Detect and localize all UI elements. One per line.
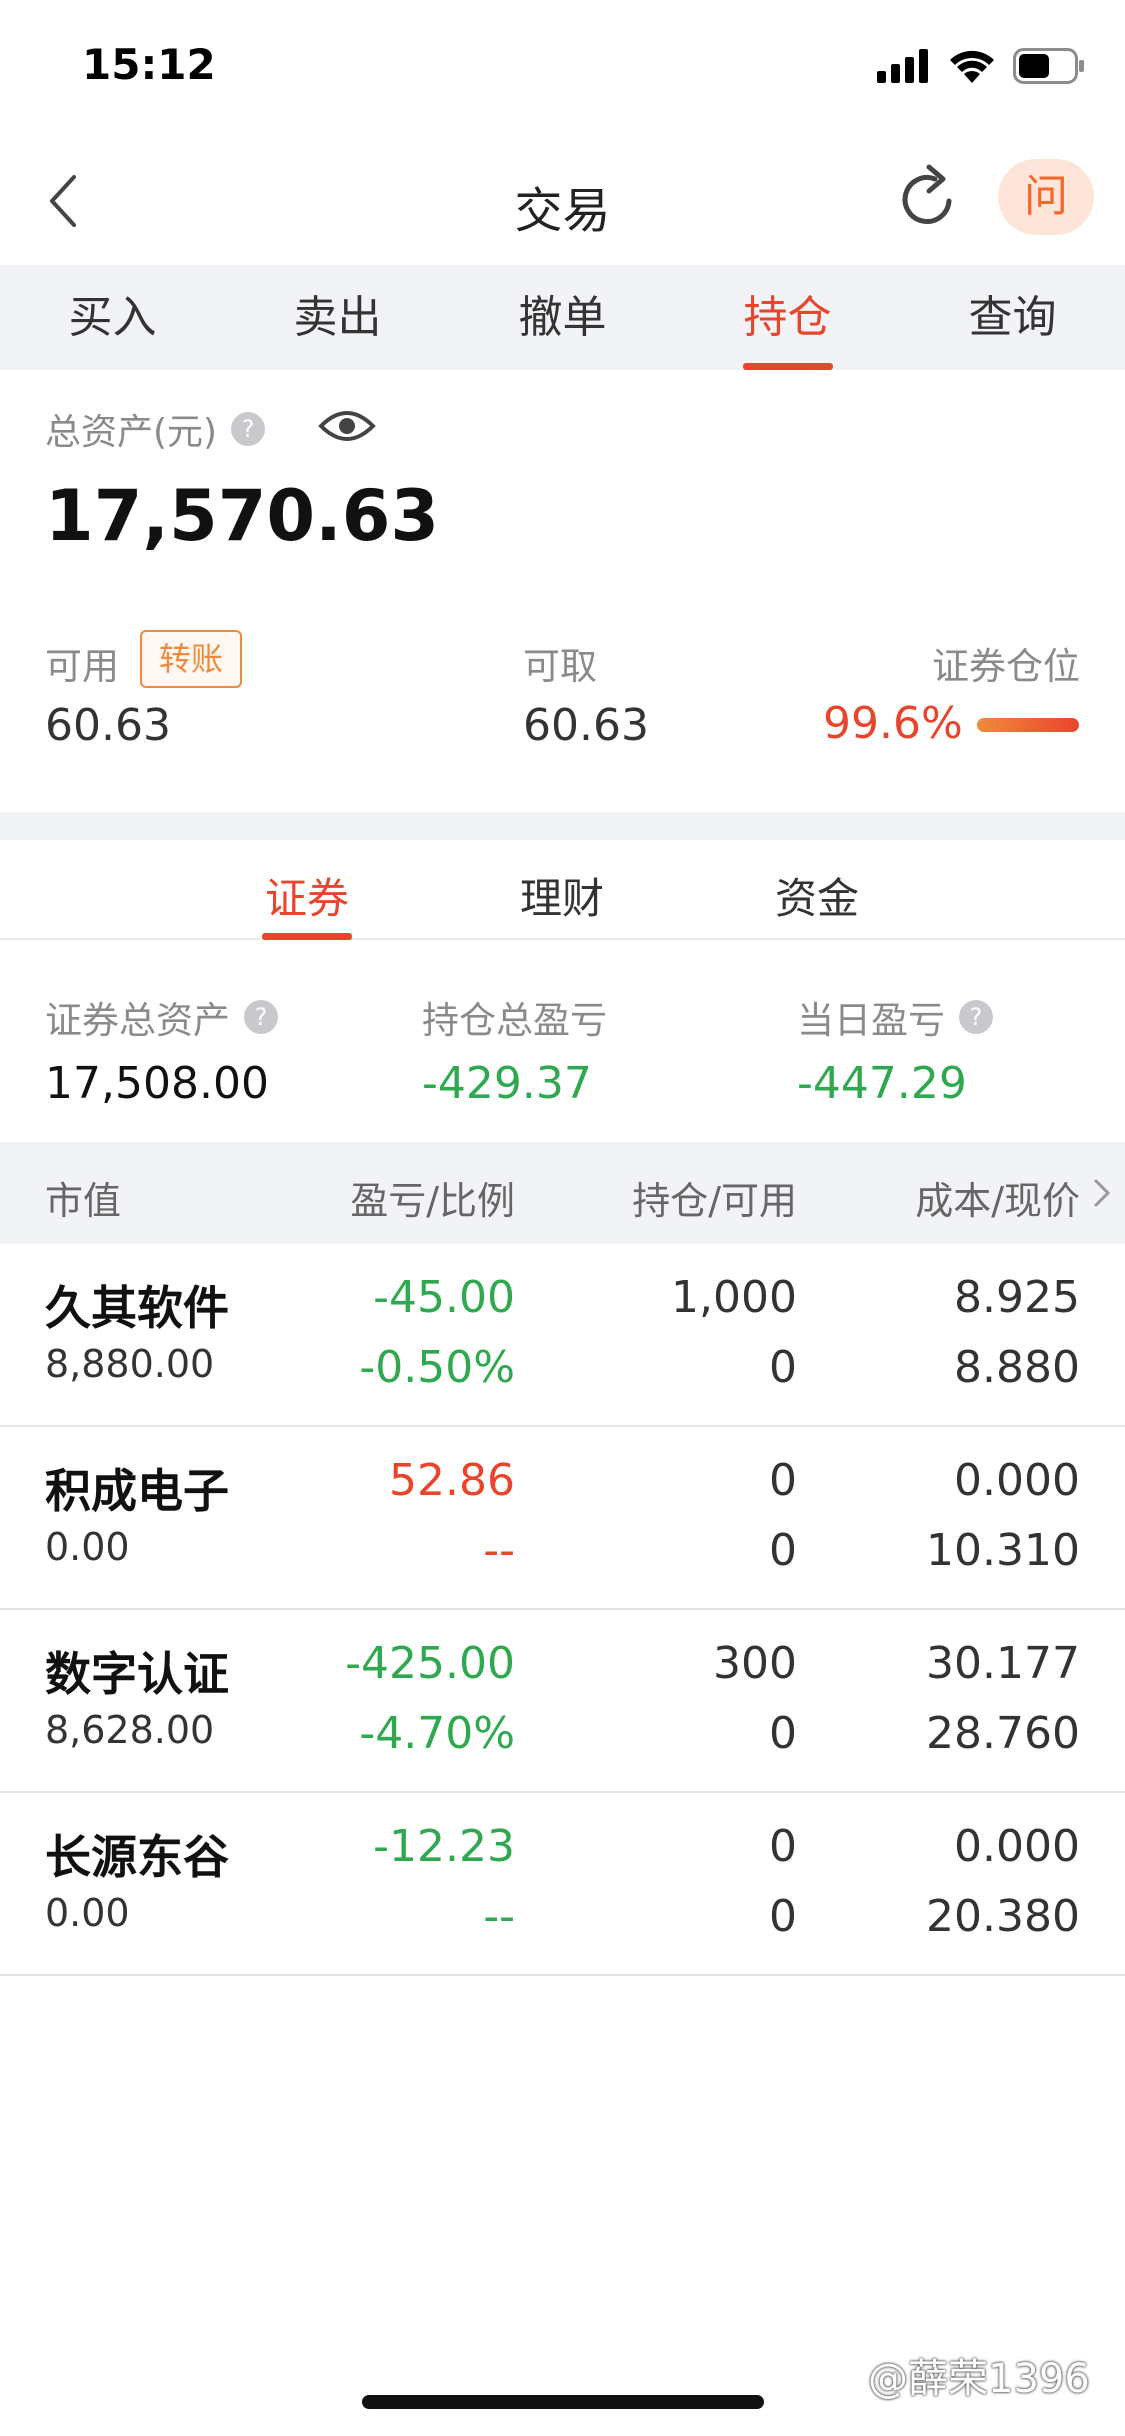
subtab-securities[interactable]: 证券 <box>265 865 349 926</box>
tab-buy[interactable]: 买入 <box>0 265 225 370</box>
question-icon[interactable]: ? <box>244 1000 278 1034</box>
status-time: 15:12 <box>82 40 216 89</box>
pnl-ratio: -- <box>483 1525 515 1576</box>
help-button[interactable]: 问 <box>998 159 1094 235</box>
header-pnl-ratio: 盈亏/比例 <box>350 1179 515 1223</box>
position-value: 99.6% <box>823 698 963 749</box>
tab-query[interactable]: 查询 <box>900 265 1125 370</box>
battery-icon <box>1013 48 1084 84</box>
home-indicator[interactable] <box>362 2395 764 2409</box>
current-price: 8.880 <box>954 1342 1080 1393</box>
table-row[interactable]: 久其软件 8,880.00 -45.00 -0.50% 1,000 0 8.92… <box>0 1244 1125 1427</box>
header-market-value: 市值 <box>45 1179 122 1223</box>
holding-pnl-label-text: 持仓总盈亏 <box>422 999 607 1042</box>
available-qty: 0 <box>769 1342 797 1393</box>
holdings-table-header: 市值 盈亏/比例 持仓/可用 成本/现价 <box>0 1142 1125 1244</box>
holding-qty: 1,000 <box>671 1272 797 1323</box>
current-price: 28.760 <box>926 1708 1080 1759</box>
stock-name: 久其软件 <box>45 1281 229 1335</box>
available-qty: 0 <box>769 1708 797 1759</box>
pnl-ratio: -0.50% <box>359 1342 515 1393</box>
market-value: 8,628.00 <box>45 1708 215 1752</box>
asset-subtabs: 证券 理财 资金 <box>0 840 1125 940</box>
total-assets-label-text: 总资产(元) <box>45 412 218 453</box>
available-qty: 0 <box>769 1525 797 1576</box>
holding-pnl-value: -429.37 <box>422 1058 592 1109</box>
available-value: 60.63 <box>45 700 171 751</box>
current-price: 20.380 <box>926 1891 1080 1942</box>
question-icon[interactable]: ? <box>959 1000 993 1034</box>
market-value: 8,880.00 <box>45 1342 215 1386</box>
status-bar: 15:12 <box>0 0 1125 135</box>
header-holding-available: 持仓/可用 <box>632 1179 797 1223</box>
pnl-ratio: -4.70% <box>359 1708 515 1759</box>
cost-price: 30.177 <box>926 1638 1080 1689</box>
cellular-signal-icon <box>877 49 928 83</box>
securities-total-label: 证券总资产 ? <box>45 990 278 1044</box>
withdrawable-value: 60.63 <box>523 700 649 751</box>
securities-total-label-text: 证券总资产 <box>45 999 230 1042</box>
transfer-button[interactable]: 转账 <box>140 630 242 688</box>
market-value: 0.00 <box>45 1525 130 1569</box>
pnl-ratio: -- <box>483 1891 515 1942</box>
tab-cancel-order[interactable]: 撤单 <box>450 265 675 370</box>
refresh-icon[interactable] <box>893 161 963 237</box>
stock-name: 数字认证 <box>45 1647 229 1701</box>
daily-pnl-value: -447.29 <box>797 1058 967 1109</box>
eye-icon[interactable] <box>318 406 376 446</box>
holding-qty: 0 <box>769 1821 797 1872</box>
current-price: 10.310 <box>926 1525 1080 1576</box>
question-icon[interactable]: ? <box>231 412 266 446</box>
tab-holdings[interactable]: 持仓 <box>675 265 900 370</box>
available-label: 可用 <box>45 645 119 688</box>
available-qty: 0 <box>769 1891 797 1942</box>
table-row[interactable]: 长源东谷 0.00 -12.23 -- 0 0 0.000 20.380 <box>0 1793 1125 1976</box>
pnl-value: -45.00 <box>373 1272 515 1323</box>
stock-name: 长源东谷 <box>45 1830 229 1884</box>
chevron-right-icon[interactable] <box>1093 1178 1111 1208</box>
total-assets-value: 17,570.63 <box>45 475 440 557</box>
nav-bar: 交易 问 <box>0 135 1125 265</box>
position-label: 证券仓位 <box>932 645 1080 688</box>
cost-price: 8.925 <box>954 1272 1080 1323</box>
watermark: @薛荣1396 <box>868 2356 1090 2402</box>
pnl-value: -12.23 <box>373 1821 515 1872</box>
pnl-value: 52.86 <box>389 1455 515 1506</box>
holding-qty: 300 <box>713 1638 797 1689</box>
trade-tabs: 买入 卖出 撤单 持仓 查询 <box>0 265 1125 370</box>
position-bar <box>977 718 1079 732</box>
stock-name: 积成电子 <box>45 1464 229 1518</box>
securities-total-value: 17,508.00 <box>45 1058 269 1109</box>
daily-pnl-label: 当日盈亏 ? <box>797 990 993 1044</box>
status-icons <box>877 48 1085 84</box>
header-cost-price[interactable]: 成本/现价 <box>915 1170 1080 1225</box>
total-assets-label: 总资产(元) ? <box>45 403 266 455</box>
subtab-funds[interactable]: 资金 <box>775 865 859 926</box>
holding-qty: 0 <box>769 1455 797 1506</box>
cost-price: 0.000 <box>954 1821 1080 1872</box>
table-row[interactable]: 积成电子 0.00 52.86 -- 0 0 0.000 10.310 <box>0 1427 1125 1610</box>
wifi-icon <box>950 50 994 83</box>
section-divider <box>0 812 1125 840</box>
subtab-underline <box>262 933 352 940</box>
daily-pnl-label-text: 当日盈亏 <box>797 999 945 1042</box>
subtab-wealth[interactable]: 理财 <box>520 865 604 926</box>
cost-price: 0.000 <box>954 1455 1080 1506</box>
withdrawable-label: 可取 <box>523 645 597 688</box>
market-value: 0.00 <box>45 1891 130 1935</box>
tab-sell[interactable]: 卖出 <box>225 265 450 370</box>
holding-pnl-label: 持仓总盈亏 <box>422 990 607 1044</box>
pnl-value: -425.00 <box>345 1638 515 1689</box>
table-row[interactable]: 数字认证 8,628.00 -425.00 -4.70% 300 0 30.17… <box>0 1610 1125 1793</box>
